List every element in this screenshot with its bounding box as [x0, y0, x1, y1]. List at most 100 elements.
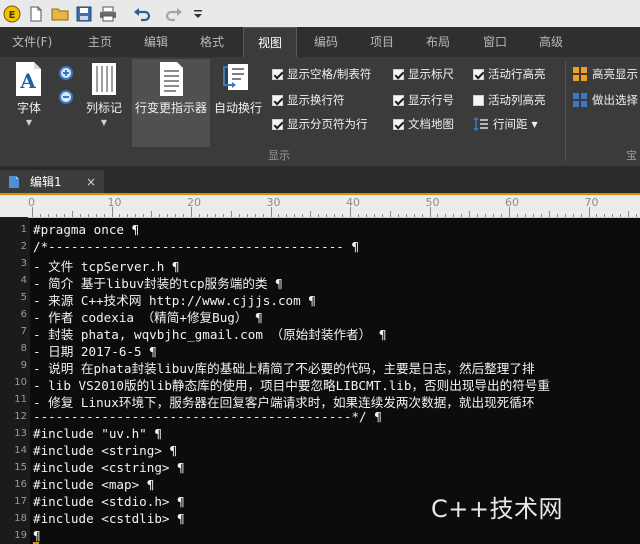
redo-icon[interactable] [162, 2, 186, 26]
show-whitespace-checkbox[interactable]: 显示空格/制表符 [272, 65, 371, 83]
show-pagebreak-checkbox[interactable]: 显示分页符为行 [272, 115, 368, 133]
ruler-tick [421, 214, 423, 217]
ruler-tick [548, 211, 550, 217]
customize-toolbar-icon[interactable] [186, 2, 210, 26]
code-line[interactable]: 5- 来源 C++技术网 http://www.cjjjs.com ¶ [0, 290, 640, 308]
code-line[interactable]: 3- 文件 tcpServer.h ¶ [0, 256, 640, 274]
ruler-tick [326, 214, 328, 217]
ruler-tick [214, 214, 216, 217]
ruler-tick [246, 214, 248, 217]
zoom-in-icon[interactable] [58, 65, 76, 87]
ruler: 0 10 20 30 40 50 60 70 [28, 195, 640, 218]
code-line[interactable]: 1 #pragma once ¶ [0, 222, 640, 239]
code-line[interactable]: 14 #include <string> ¶ [0, 443, 640, 460]
code-line[interactable]: 9- 说明 在phata封装libuv库的基础上精简了不必要的代码，主要是日志，… [0, 358, 640, 376]
chevron-down-icon: ▼ [531, 119, 538, 129]
ruler-tick [55, 214, 57, 217]
code-text: /*--------------------------------------… [33, 239, 360, 254]
tab-file[interactable]: 文件(F) [6, 27, 58, 57]
code-line[interactable]: 15 #include <cstring> ¶ [0, 460, 640, 477]
new-file-icon[interactable] [24, 2, 48, 26]
tab-format[interactable]: 格式 [194, 27, 230, 57]
code-line[interactable]: 12 --------------------------------------… [0, 409, 640, 426]
checkbox-icon [473, 94, 484, 106]
tab-project[interactable]: 项目 [364, 27, 400, 57]
font-button[interactable]: A 字体 ▼ [14, 61, 44, 127]
tab-home[interactable]: 主页 [82, 27, 118, 57]
ruler-tick [477, 214, 479, 217]
code-line[interactable]: 2 /*-------------------------------------… [0, 239, 640, 256]
line-number: 19 [14, 530, 27, 541]
checkbox-icon [393, 94, 404, 106]
tab-view[interactable]: 视图 [243, 27, 297, 57]
line-number: 3 [20, 258, 27, 269]
show-line-numbers-checkbox[interactable]: 显示行号 [393, 91, 454, 109]
ruler-tick [405, 214, 407, 217]
highlight-icon [573, 67, 587, 81]
column-marker-button[interactable]: 列标记 ▼ [86, 61, 122, 127]
show-ruler-checkbox[interactable]: 显示标尺 [393, 65, 454, 83]
active-column-highlight-checkbox[interactable]: 活动列高亮 [473, 91, 546, 109]
code-text: #pragma once ¶ [33, 222, 140, 237]
code-line[interactable]: 8- 日期 2017-6-5 ¶ [0, 341, 640, 359]
tab-encoding[interactable]: 编码 [308, 27, 344, 57]
checkbox-icon [393, 118, 404, 130]
ruler-tick [103, 214, 105, 217]
active-line-highlight-checkbox[interactable]: 活动行高亮 [473, 65, 546, 83]
code-line[interactable]: 10- lib VS2010版的lib静态库的使用，项目中要忽略LIBCMT.l… [0, 375, 640, 393]
checkbox-icon [393, 68, 404, 80]
ruler-number: 50 [425, 196, 440, 209]
quick-access-toolbar: E [0, 0, 640, 27]
code-line[interactable]: 19 ¶ [0, 528, 640, 544]
code-line[interactable]: 11- 修复 Linux环境下，服务器在回复客户端请求时，如果连续发两次数据，就… [0, 392, 640, 410]
line-spacing-icon [473, 117, 488, 131]
ruler-tick [373, 214, 375, 217]
highlight-button[interactable]: 高亮显示 [572, 65, 638, 83]
ruler-tick [167, 214, 169, 217]
make-selection-button[interactable]: 做出选择 [572, 91, 638, 109]
ruler-tick [87, 214, 89, 217]
ruler-number: 10 [107, 196, 122, 209]
code-line[interactable]: 7- 封装 phata, wqvbjhc_gmail.com （原始封装作者） … [0, 324, 640, 342]
code-line[interactable]: 6- 作者 codexia （精简+修复Bug） ¶ [0, 307, 640, 325]
document-tab-strip: 编辑1 × [0, 166, 640, 195]
code-line[interactable]: 4- 简介 基于libuv封装的tcp服务端的类 ¶ [0, 273, 640, 291]
ruler-tick [453, 214, 455, 217]
print-icon[interactable] [96, 2, 120, 26]
line-spacing-button[interactable]: 行间距 ▼ [473, 115, 538, 133]
document-map-checkbox[interactable]: 文档地图 [393, 115, 454, 133]
line-number: 11 [14, 394, 27, 405]
ruler-tick [310, 211, 312, 217]
ribbon-divider [565, 61, 566, 161]
tab-window[interactable]: 窗口 [477, 27, 513, 57]
tab-edit[interactable]: 编辑 [138, 27, 174, 57]
tab-advanced[interactable]: 高级 [533, 27, 569, 57]
undo-icon[interactable] [130, 2, 154, 26]
show-newline-checkbox[interactable]: 显示换行符 [272, 91, 345, 109]
ruler-tick [198, 214, 200, 217]
code-text: #include <cstring> ¶ [33, 460, 185, 475]
close-tab-icon[interactable]: × [86, 175, 96, 189]
save-icon[interactable] [72, 2, 96, 26]
ruler-tick [620, 214, 622, 217]
app-logo-icon[interactable]: E [0, 2, 24, 26]
change-indicator-button[interactable]: 行变更指示器 [132, 59, 210, 147]
line-number: 4 [20, 275, 27, 286]
zoom-out-icon[interactable] [58, 89, 76, 111]
group-label-display: 显示 [268, 149, 290, 162]
line-number: 15 [14, 462, 27, 473]
checkbox-icon [272, 94, 283, 106]
document-tab[interactable]: 编辑1 × [0, 170, 104, 193]
ruler-tick [254, 214, 256, 217]
code-line[interactable]: 13 #include "uv.h" ¶ [0, 426, 640, 443]
ruler-tick [95, 214, 97, 217]
change-indicator-icon [160, 62, 183, 96]
chevron-down-icon: ▼ [100, 118, 108, 127]
tab-layout[interactable]: 布局 [420, 27, 456, 57]
ruler-number: 0 [28, 196, 35, 209]
ribbon-view: A 字体 ▼ 列标记 ▼ 行变更指示器 自动换行 显示空格/制表符 显示换行符 … [0, 57, 640, 166]
word-wrap-button[interactable]: 自动换行 [214, 61, 262, 116]
column-marker-icon [92, 63, 116, 95]
open-folder-icon[interactable] [48, 2, 72, 26]
ruler-tick [135, 214, 137, 217]
